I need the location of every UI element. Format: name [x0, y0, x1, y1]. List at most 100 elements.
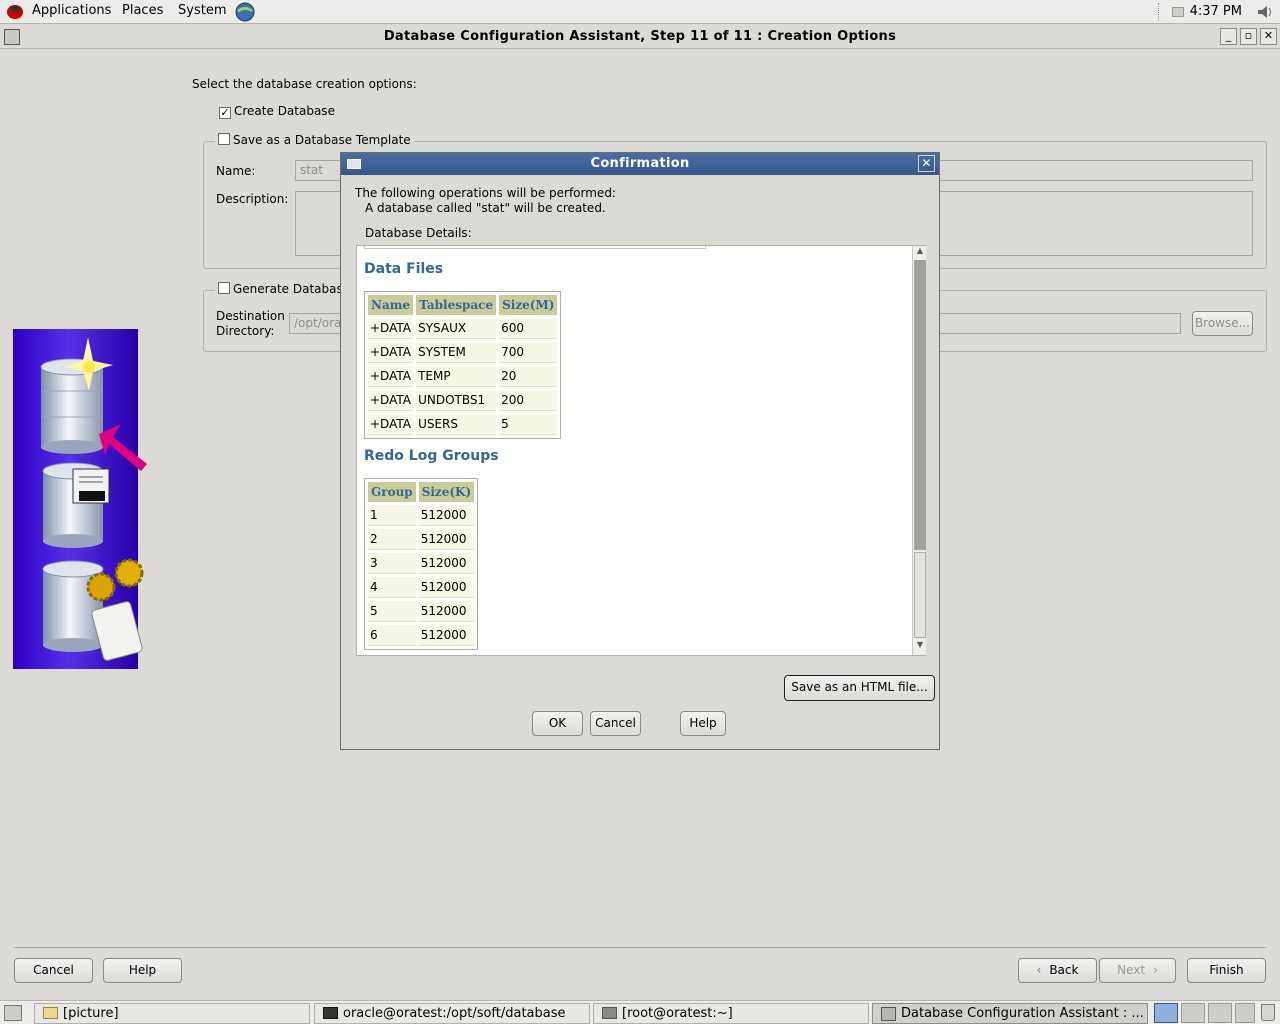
table-cell: 5	[499, 414, 558, 435]
dialog-menu-icon[interactable]	[347, 159, 361, 169]
table-cell: 3	[368, 553, 416, 574]
close-window-button[interactable]: ✕	[1260, 28, 1277, 45]
create-database-option[interactable]: ✓ Create Database	[219, 104, 335, 119]
next-label: Next	[1117, 963, 1146, 977]
places-menu[interactable]: Places	[122, 3, 163, 18]
scroll-thumb[interactable]	[914, 552, 926, 638]
description-label: Description:	[216, 192, 289, 206]
browse-button[interactable]: Browse...	[1192, 311, 1253, 336]
table-row: 5 512000	[368, 601, 475, 622]
data-files-heading: Data Files	[364, 261, 444, 277]
table-cell: 512000	[418, 577, 475, 598]
generate-scripts-label: Generate Database	[233, 282, 351, 296]
redo-log-groups-heading: Redo Log Groups	[364, 448, 499, 464]
bottom-taskbar: [picture] oracle@oratest:/opt/soft/datab…	[0, 1000, 1280, 1024]
table-row: 1 512000	[368, 505, 475, 526]
dialog-help-button[interactable]: Help	[680, 711, 726, 736]
save-template-option[interactable]: Save as a Database Template	[215, 133, 414, 147]
table-cell: SYSTEM	[416, 342, 497, 363]
table-cell: SYSAUX	[416, 318, 497, 339]
taskbar-item-terminal-oracle[interactable]: oracle@oratest:/opt/soft/database	[314, 1003, 590, 1024]
system-menu[interactable]: System	[178, 3, 226, 18]
save-template-checkbox[interactable]	[218, 133, 230, 145]
column-header: Group	[368, 482, 416, 502]
back-button[interactable]: ‹ Back	[1018, 958, 1097, 983]
ok-button[interactable]: OK	[532, 711, 583, 736]
create-database-checkbox[interactable]: ✓	[219, 107, 231, 119]
table-header-row: Group Size(K)	[368, 482, 475, 502]
table-row: 4 512000	[368, 577, 475, 598]
next-button[interactable]: Next ›	[1099, 958, 1176, 983]
destination-label: Destination Directory:	[216, 309, 285, 339]
table-row: +DATA UNDOTBS1 200	[368, 390, 558, 411]
taskbar-item-label: Database Configuration Assistant : ...	[901, 1006, 1144, 1021]
table-cell: +DATA	[368, 414, 414, 435]
database-details-pane[interactable]: Data Files Name Tablespace Size(M) +DATA…	[356, 245, 926, 656]
table-cell: 20	[499, 366, 558, 387]
generate-scripts-option[interactable]: Generate Database	[215, 282, 354, 296]
window-title: Database Configuration Assistant, Step 1…	[383, 29, 897, 44]
table-row: +DATA TEMP 20	[368, 366, 558, 387]
table-cell: 600	[499, 318, 558, 339]
workspace-switcher-2[interactable]	[1181, 1003, 1205, 1023]
dialog-close-icon[interactable]: ✕	[918, 155, 935, 172]
chevron-left-icon: ‹	[1036, 963, 1042, 977]
volume-icon[interactable]	[1256, 3, 1274, 21]
network-icon[interactable]	[1172, 7, 1184, 17]
minimize-button[interactable]: _	[1220, 28, 1237, 45]
workspace-switcher-4[interactable]	[1235, 1003, 1255, 1023]
destination-label-line2: Directory:	[216, 324, 275, 338]
taskbar-item-label: oracle@oratest:/opt/soft/database	[343, 1006, 566, 1021]
table-cell: 700	[499, 342, 558, 363]
window-title-bar[interactable]: Database Configuration Assistant, Step 1…	[0, 25, 1280, 49]
scroll-down-icon[interactable]: ▼	[914, 640, 926, 652]
database-details-label: Database Details:	[365, 226, 472, 240]
clock[interactable]: 4:37 PM	[1190, 4, 1242, 19]
applications-menu[interactable]: Applications	[32, 3, 111, 18]
workspace-switcher-1[interactable]	[1154, 1003, 1178, 1023]
details-scrollbar[interactable]: ▲ ▼	[912, 246, 926, 655]
table-cell: 512000	[418, 625, 475, 646]
back-label: Back	[1049, 963, 1079, 977]
table-edge	[364, 246, 706, 249]
table-row: +DATA SYSAUX 600	[368, 318, 558, 339]
table-cell: USERS	[416, 414, 497, 435]
help-button[interactable]: Help	[103, 958, 182, 983]
finish-button[interactable]: Finish	[1187, 958, 1266, 983]
taskbar-item-terminal-root[interactable]: [root@oratest:~]	[593, 1003, 869, 1024]
generate-scripts-checkbox[interactable]	[218, 282, 230, 294]
destination-label-line1: Destination	[216, 309, 285, 323]
show-desktop-icon[interactable]	[4, 1005, 22, 1021]
table-cell: 1	[368, 505, 416, 526]
cancel-button[interactable]: Cancel	[14, 958, 93, 983]
table-row: +DATA USERS 5	[368, 414, 558, 435]
trash-icon[interactable]	[1261, 1004, 1275, 1021]
table-cell: 512000	[418, 601, 475, 622]
dialog-title-bar[interactable]: Confirmation ✕	[341, 153, 939, 175]
table-cell: 2	[368, 529, 416, 550]
table-cell: 512000	[418, 505, 475, 526]
table-cell: +DATA	[368, 342, 414, 363]
taskbar-item-label: [root@oratest:~]	[622, 1006, 733, 1021]
table-cell: 6	[368, 625, 416, 646]
maximize-button[interactable]: ▫	[1240, 28, 1257, 45]
taskbar-item-label: [picture]	[63, 1006, 119, 1021]
redhat-logo-icon	[6, 3, 24, 20]
redo-log-groups-table: Group Size(K) 1 512000 2 512000 3 512000 45…	[364, 478, 479, 650]
taskbar-item-picture[interactable]: [picture]	[34, 1003, 310, 1024]
save-as-html-button[interactable]: Save as an HTML file...	[784, 675, 935, 701]
dialog-title: Confirmation	[590, 156, 690, 171]
scroll-up-icon[interactable]: ▲	[914, 246, 926, 258]
confirmation-dialog: Confirmation ✕ The following operations …	[340, 152, 940, 750]
table-cell: TEMP	[416, 366, 497, 387]
scroll-track[interactable]	[914, 260, 926, 550]
table-cell: +DATA	[368, 366, 414, 387]
dialog-cancel-button[interactable]: Cancel	[590, 711, 641, 736]
footer-divider	[14, 947, 1266, 948]
web-browser-icon[interactable]	[235, 2, 255, 22]
workspace-switcher-3[interactable]	[1208, 1003, 1232, 1023]
data-files-table: Name Tablespace Size(M) +DATA SYSAUX 600 +…	[364, 291, 562, 439]
taskbar-item-dbca[interactable]: Database Configuration Assistant : ...	[872, 1003, 1148, 1024]
top-panel: Applications Places System 4:37 PM	[0, 0, 1280, 24]
options-prompt: Select the database creation options:	[192, 77, 417, 91]
